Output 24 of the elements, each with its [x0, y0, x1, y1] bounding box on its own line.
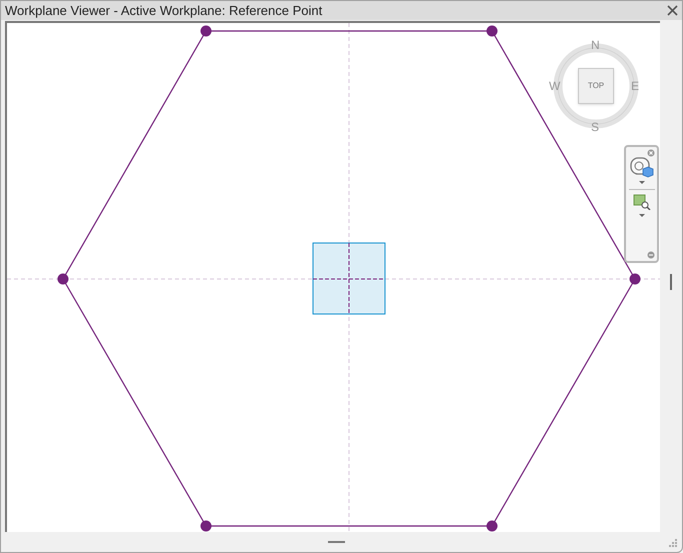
scrollbar-grip[interactable] — [670, 274, 672, 290]
vertex-point[interactable] — [630, 273, 640, 284]
compass-east[interactable]: E — [631, 80, 640, 92]
window-title: Workplane Viewer - Active Workplane: Reference Point — [5, 4, 322, 17]
vertex-point[interactable] — [486, 25, 498, 36]
resize-grip[interactable] — [328, 540, 345, 543]
collapse-icon[interactable] — [647, 250, 655, 259]
dropdown-icon[interactable] — [638, 180, 644, 185]
drawing-canvas[interactable]: N E S W TOP — [5, 20, 660, 532]
compass-west[interactable]: W — [549, 80, 560, 92]
compass-north[interactable]: N — [591, 38, 600, 51]
vertex-point[interactable] — [486, 520, 498, 532]
corner-grip-icon[interactable] — [669, 539, 677, 547]
zoom-icon[interactable] — [632, 194, 650, 210]
viewcube-face[interactable]: TOP — [578, 68, 614, 104]
vertex-point[interactable] — [200, 25, 212, 36]
viewcube[interactable]: N E S W TOP — [551, 40, 641, 131]
dropdown-icon[interactable] — [638, 214, 644, 218]
reference-plane[interactable] — [312, 242, 386, 314]
vertex-point[interactable] — [200, 520, 212, 532]
close-icon[interactable] — [647, 148, 655, 157]
vertex-point[interactable] — [58, 273, 68, 284]
compass-south[interactable]: S — [591, 120, 600, 133]
close-icon[interactable] — [667, 4, 678, 16]
